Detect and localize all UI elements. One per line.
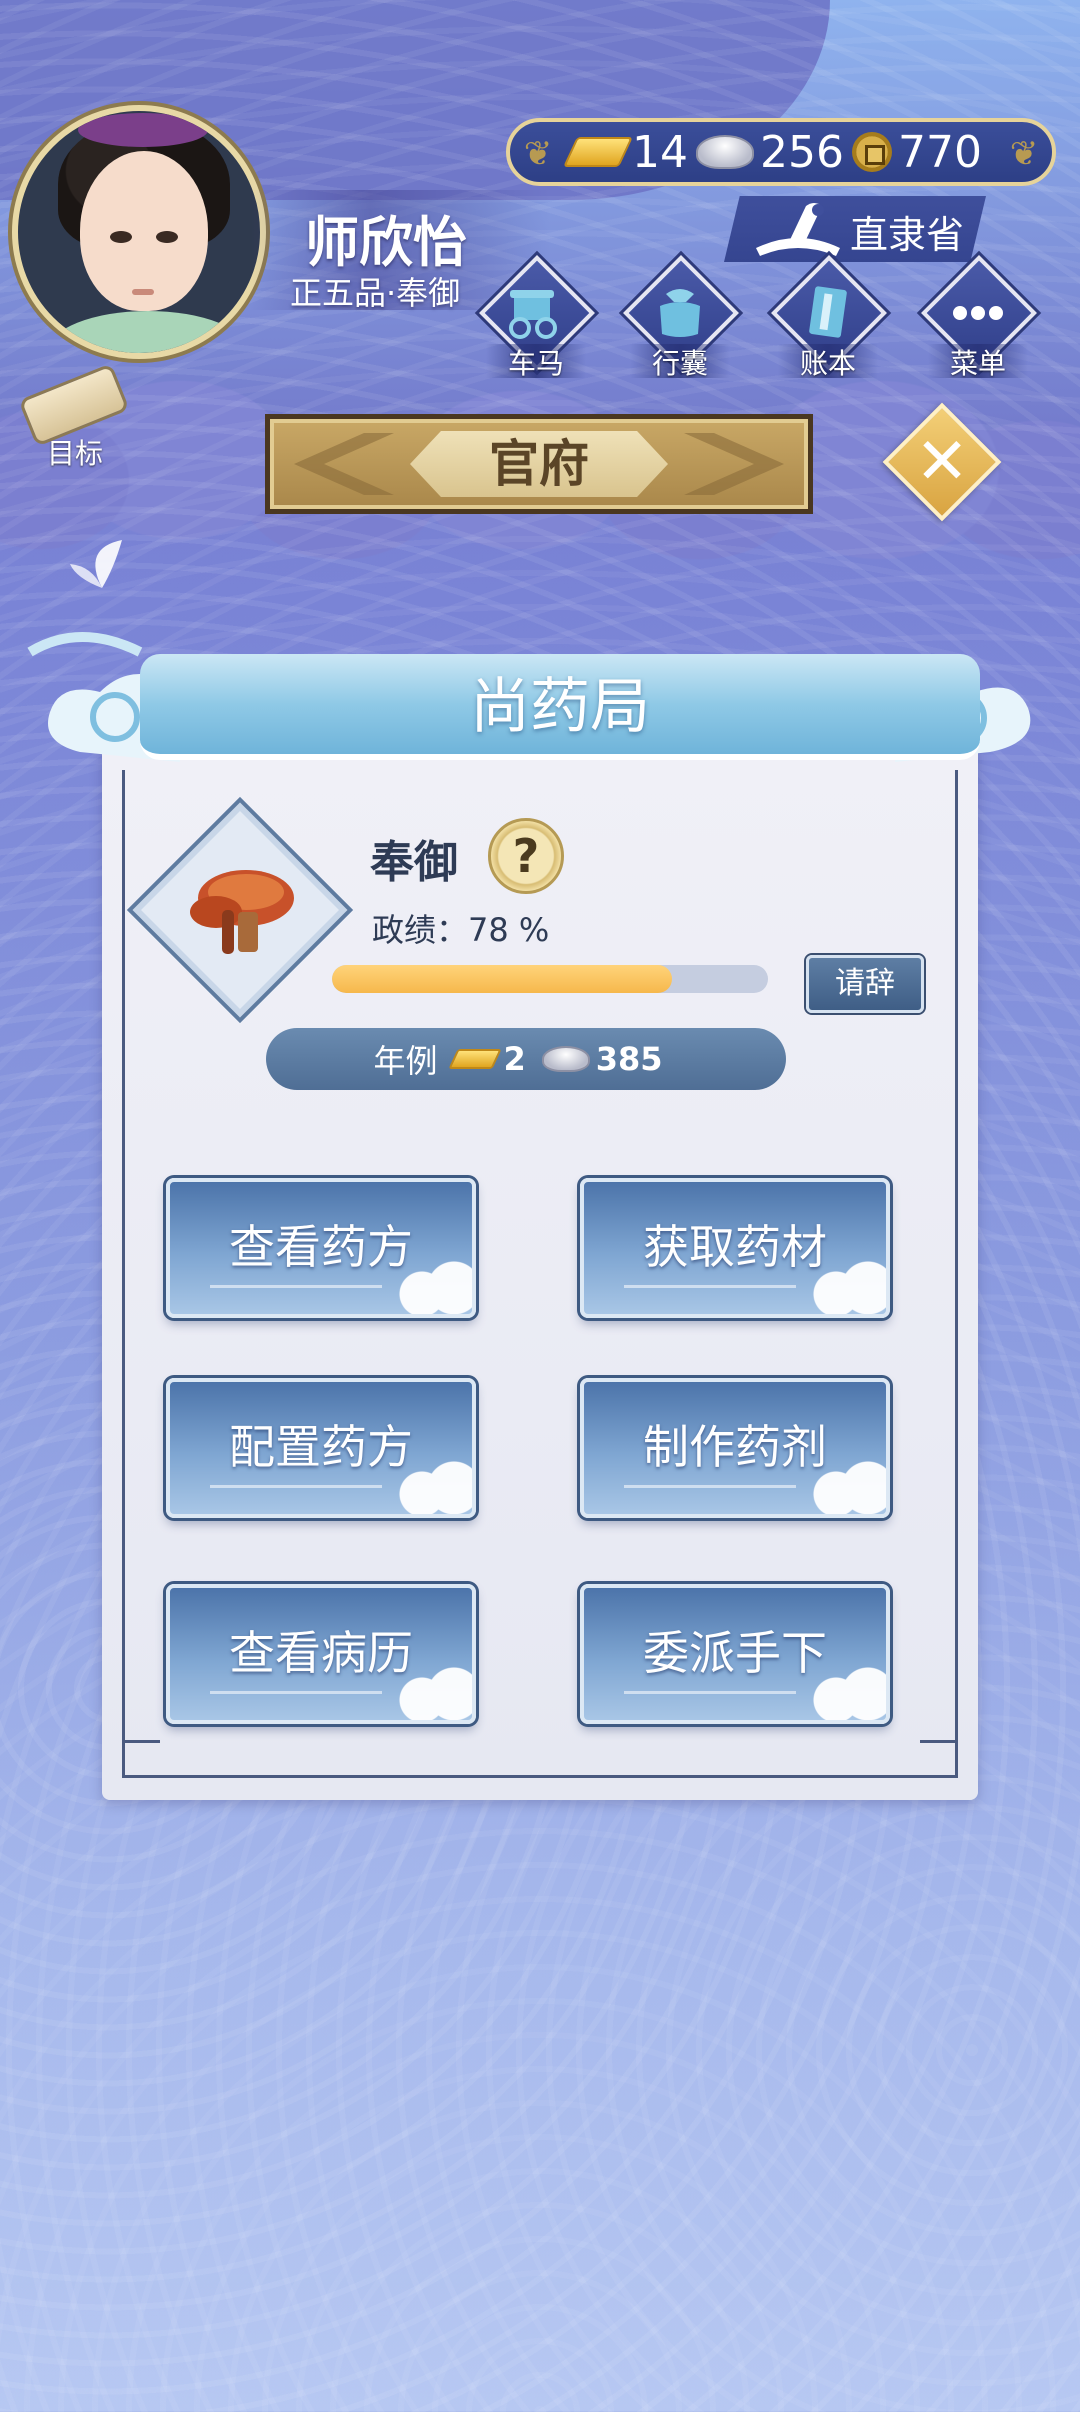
nav-bag[interactable]: 行囊 (620, 255, 740, 382)
ledger-icon (809, 286, 847, 338)
question-mark-icon: ? (512, 829, 540, 883)
avatar-headband (78, 113, 208, 147)
province-name: 直隶省 (850, 213, 965, 257)
salary-gold: 2 (503, 1040, 526, 1078)
goal-button[interactable]: 目标 (10, 363, 140, 474)
view-medical-records-button[interactable]: 查看病历 (166, 1584, 476, 1724)
butterfly-icon (70, 540, 122, 588)
bureau-banner: 尚药局 (20, 612, 1050, 782)
gold-ingot-icon (563, 137, 633, 167)
panel-corner-ornament (122, 1740, 160, 1778)
merit-progress-fill (332, 965, 673, 993)
office-title: 奉御 (370, 837, 458, 888)
nav-label: 账本 (799, 347, 856, 380)
silver-ingot-icon (541, 1046, 590, 1072)
assign-subordinates-button[interactable]: 委派手下 (580, 1584, 890, 1724)
bureau-title: 尚药局 (470, 672, 650, 742)
chevron-left-ornament (294, 433, 394, 495)
currency-bar: ❦ 14 256 770 ❦ (506, 118, 1056, 186)
player-avatar[interactable] (12, 105, 266, 359)
merit-progress-bar (332, 965, 768, 993)
nav-carriage[interactable]: 车马 (476, 255, 596, 382)
merit-label: 政绩：78 % (372, 911, 550, 949)
avatar-robe (48, 311, 248, 353)
menu-dots-icon (953, 306, 1003, 320)
button-label: 获取药材 (643, 1220, 827, 1274)
view-prescriptions-button[interactable]: 查看药方 (166, 1178, 476, 1318)
button-label: 配置药方 (229, 1420, 413, 1474)
nav-label: 菜单 (949, 347, 1006, 380)
copper-coin-icon (851, 132, 892, 172)
lingzhi-mushroom-icon (190, 870, 294, 954)
gold-ingot-icon (448, 1049, 503, 1069)
plaque-title: 官府 (489, 435, 589, 493)
configure-prescription-button[interactable]: 配置药方 (166, 1378, 476, 1518)
make-potion-button[interactable]: 制作药剂 (580, 1378, 890, 1518)
button-label: 查看病历 (229, 1626, 413, 1680)
player-name: 师欣怡 (305, 211, 467, 274)
panel-corner-ornament (920, 1740, 958, 1778)
silver-currency: 256 (696, 127, 844, 178)
official-residence-plaque: 官府 (265, 414, 813, 514)
goal-label: 目标 (46, 437, 103, 470)
bamboo-leaf-icon: ❦ (1009, 134, 1039, 174)
salary-silver: 385 (595, 1040, 663, 1078)
nav-ledger[interactable]: 账本 (768, 255, 888, 382)
silver-amount: 256 (760, 126, 844, 178)
silver-ingot-icon (696, 135, 754, 169)
chevron-right-ornament (684, 433, 784, 495)
close-icon[interactable]: ✕ (900, 420, 984, 504)
gold-amount: 14 (632, 126, 688, 178)
help-button[interactable]: ? (488, 818, 564, 894)
carriage-icon (509, 290, 557, 339)
salary-label: 年例 (373, 1042, 438, 1080)
nav-label: 行囊 (651, 347, 708, 380)
coin-currency: 770 (851, 126, 982, 178)
avatar-eye (110, 231, 132, 243)
avatar-mouth (132, 289, 154, 295)
button-label: 制作药剂 (643, 1420, 827, 1474)
button-label: 委派手下 (643, 1626, 827, 1680)
coin-amount: 770 (897, 126, 982, 178)
bamboo-leaf-icon: ❦ (523, 134, 553, 174)
player-rank: 正五品·奉御 (290, 274, 461, 312)
gold-currency: 14 (563, 126, 688, 178)
obtain-herbs-button[interactable]: 获取药材 (580, 1178, 890, 1318)
avatar-face (80, 151, 208, 311)
bag-icon (660, 289, 700, 337)
annual-salary-bar: 年例 2 385 (266, 1028, 786, 1090)
inkstone-icon (756, 203, 840, 256)
avatar-eye (156, 231, 178, 243)
nav-menu[interactable]: 菜单 (918, 255, 1038, 382)
resign-button[interactable]: 请辞 (806, 955, 924, 1013)
nav-label: 车马 (507, 347, 564, 380)
button-label: 查看药方 (229, 1220, 413, 1274)
